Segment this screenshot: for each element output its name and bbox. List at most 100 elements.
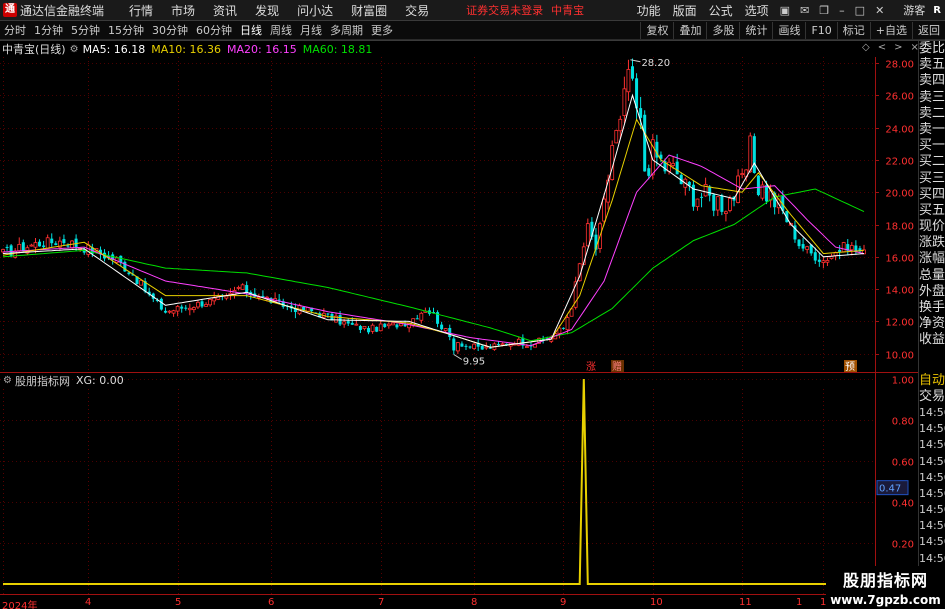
candle-body: [825, 260, 830, 263]
ma20-label: MA20: 16.15: [227, 42, 297, 56]
candle-body: [500, 343, 505, 346]
candle-body: [813, 252, 817, 261]
candle-body: [326, 313, 330, 315]
candle-body: [386, 323, 391, 327]
indicator-name[interactable]: 股朋指标网: [15, 373, 70, 389]
sidebar-time: 14:56: [919, 454, 945, 468]
candle-body: [17, 244, 22, 252]
candle-body: [797, 239, 801, 247]
x-axis-label: 8: [471, 597, 478, 608]
sidebar-item: 净资: [919, 316, 945, 332]
price-tick-label: 20.00: [885, 189, 914, 200]
xg-value: XG: 0.00: [75, 374, 124, 387]
current-value-label: 0.47: [879, 484, 901, 495]
candle-body: [614, 130, 619, 144]
ma10-label: MA10: 16.36: [151, 42, 221, 56]
x-axis-label: 9: [560, 597, 567, 608]
candle-body: [708, 186, 712, 196]
high-pointer: [630, 59, 641, 63]
next-icon[interactable]: >: [894, 42, 902, 53]
sidebar-item: 买三: [919, 170, 945, 186]
candle-body: [488, 347, 492, 349]
candle-body: [45, 237, 50, 249]
candle-body: [618, 118, 623, 132]
candle-body: [756, 175, 760, 196]
candle-body: [163, 310, 167, 313]
candle-body: [675, 161, 679, 175]
sidebar-item: 卖三: [919, 89, 945, 105]
candle-body: [74, 238, 78, 247]
candle-body: [66, 245, 70, 247]
candle-body: [752, 136, 756, 174]
sidebar-item: 买四: [919, 186, 945, 202]
sidebar-item: 收益: [919, 332, 945, 348]
marker-yu: 预: [845, 361, 855, 373]
candle-body: [700, 196, 704, 198]
candle-body: [54, 243, 58, 246]
candle-body: [21, 242, 25, 252]
candle-body: [480, 345, 484, 350]
candle-body: [354, 323, 359, 326]
sidebar-time: 14:56: [919, 519, 945, 533]
candle-body: [184, 307, 188, 309]
candle-body: [362, 326, 367, 329]
price-axis: 28.00 26.00 24.00 22.00 20.00 18.00 16.00 14.00…: [875, 60, 914, 551]
sidebar-item: 委比: [919, 41, 945, 56]
candle-body: [196, 301, 200, 308]
ma60-line: [2, 188, 865, 342]
candle-body: [712, 194, 716, 211]
candlesticks: [1, 58, 866, 355]
candle-body: [525, 346, 529, 348]
sub-tick-label: 1.00: [892, 376, 914, 387]
candle-body: [841, 242, 846, 253]
candle-body: [821, 260, 826, 263]
candle-body: [464, 345, 468, 347]
candle-body: [643, 114, 647, 172]
sidebar-time: 14:56: [919, 438, 945, 452]
prev-icon[interactable]: <: [878, 42, 886, 53]
candle-body: [496, 344, 500, 346]
low-pointer: [453, 354, 463, 360]
diamond-icon[interactable]: ◇: [862, 42, 870, 53]
candle-body: [191, 307, 196, 311]
candle-body: [854, 245, 858, 251]
main-chart-header: 中青宝(日线) ⚙ MA5: 16.18 MA10: 16.36 MA20: 1…: [0, 41, 378, 57]
candle-body: [724, 211, 728, 214]
candle-body: [647, 168, 651, 176]
candle-body: [468, 346, 472, 348]
candle-body: [245, 285, 249, 293]
chart-canvas[interactable]: 28.00 26.00 24.00 22.00 20.00 18.00 16.00 14.00…: [0, 0, 945, 609]
candle-body: [187, 307, 192, 311]
candle-body: [455, 342, 460, 352]
candle-body: [212, 297, 217, 302]
stock-title[interactable]: 中青宝(日线): [2, 41, 66, 57]
indicator-gear-icon[interactable]: ⚙: [3, 375, 12, 386]
low-price-label: 9.95: [463, 357, 485, 368]
candle-body: [585, 223, 590, 247]
settings-gear-icon[interactable]: ⚙: [70, 44, 79, 55]
sidebar-item: 卖四: [919, 73, 945, 89]
sidebar-time: 14:56: [919, 486, 945, 500]
candle-body: [472, 343, 477, 350]
candle-body: [375, 326, 379, 332]
candle-body: [728, 198, 732, 211]
candle-body: [390, 322, 395, 326]
sidebar-item: 卖二: [919, 105, 945, 121]
candle-body: [415, 318, 419, 320]
watermark-url: www.7gpzb.com: [830, 593, 941, 607]
candle-body: [622, 88, 627, 116]
sidebar-item: 卖一: [919, 121, 945, 137]
candle-body: [342, 321, 347, 325]
candle-body: [240, 284, 245, 290]
price-tick-label: 26.00: [885, 92, 914, 103]
candle-body: [720, 195, 724, 212]
candle-body: [38, 241, 42, 247]
candle-body: [671, 163, 676, 166]
sidebar-item: 涨跌: [919, 235, 945, 251]
candle-body: [175, 306, 180, 312]
candle-body: [346, 321, 350, 324]
price-tick-label: 16.00: [885, 254, 914, 265]
x-axis-label: 1: [796, 597, 803, 608]
xg-line: [3, 378, 864, 585]
candle-body: [805, 246, 810, 250]
